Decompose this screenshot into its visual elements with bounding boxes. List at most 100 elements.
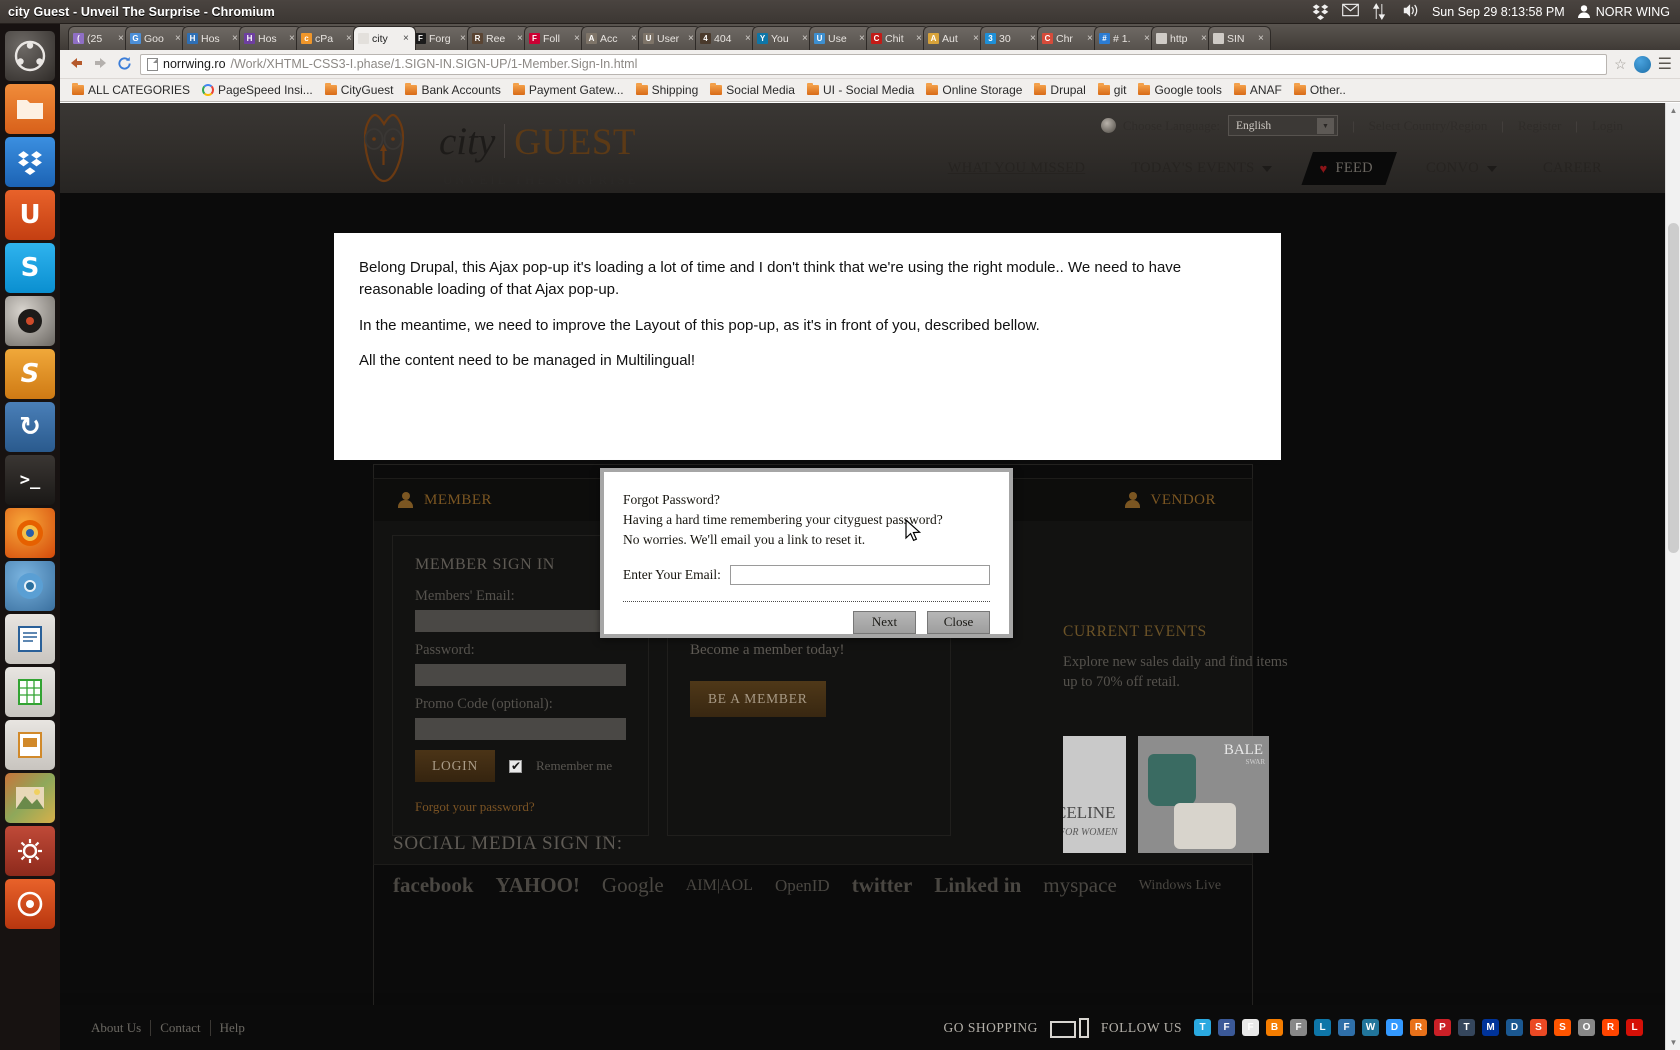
dialog-email-input[interactable] <box>729 564 990 585</box>
launcher-item-chromium[interactable] <box>5 561 55 611</box>
blogger-icon[interactable]: B <box>1266 1019 1283 1036</box>
bookmark-item[interactable]: Drupal <box>1028 83 1091 97</box>
friendfeed-icon[interactable]: F <box>1338 1019 1355 1036</box>
bookmark-item[interactable]: Online Storage <box>920 83 1028 97</box>
footer-link-contact[interactable]: Contact <box>151 1019 211 1036</box>
facebook-icon[interactable]: F <box>1218 1019 1235 1036</box>
reload-button[interactable] <box>116 56 133 73</box>
pinterest-icon[interactable]: P <box>1434 1019 1451 1036</box>
system-clock[interactable]: Sun Sep 29 8:13:58 PM <box>1432 5 1565 19</box>
provider-openid[interactable]: OpenID <box>775 876 830 896</box>
launcher-item-firefox[interactable] <box>5 508 55 558</box>
nav-convo[interactable]: CONVO <box>1403 160 1520 177</box>
tab-close-icon[interactable]: × <box>1258 33 1266 44</box>
back-button[interactable] <box>68 56 85 73</box>
browser-tab[interactable]: http × <box>1151 26 1214 50</box>
bookmark-item[interactable]: UI - Social Media <box>801 83 920 97</box>
footer-link-about[interactable]: About Us <box>82 1019 152 1036</box>
language-select[interactable]: English ▼ <box>1227 115 1338 136</box>
dropbox-tray-icon[interactable] <box>1312 3 1329 21</box>
tab-close-icon[interactable]: × <box>403 33 411 44</box>
wordpress-icon[interactable]: W <box>1362 1019 1379 1036</box>
register-link[interactable]: Register <box>1518 118 1561 134</box>
linkedin-icon[interactable]: L <box>1314 1019 1331 1036</box>
browser-tab[interactable]: ((25 × <box>68 26 131 50</box>
bookmark-item[interactable]: Bank Accounts <box>399 83 506 97</box>
dialog-close-button[interactable]: Close <box>927 610 990 634</box>
bookmark-item[interactable]: git <box>1092 83 1133 97</box>
page-scrollbar[interactable]: ▲ ▼ <box>1665 103 1680 1050</box>
bookmark-item[interactable]: ANAF <box>1228 83 1288 97</box>
browser-tab[interactable]: R Ree × <box>467 26 530 50</box>
login-link[interactable]: Login <box>1592 118 1623 134</box>
browser-tab[interactable]: 3 30 × <box>980 26 1043 50</box>
bookmark-item[interactable]: Shipping <box>630 83 705 97</box>
address-bar[interactable]: norrwing.ro/Work/XHTML-CSS3-I.phase/1.SI… <box>140 53 1608 75</box>
browser-tab[interactable]: C Chit × <box>866 26 929 50</box>
mail-tray-icon[interactable] <box>1342 3 1359 20</box>
launcher-item-files[interactable] <box>5 84 55 134</box>
provider-facebook[interactable]: facebook <box>393 873 474 898</box>
browser-tab[interactable]: A Aut × <box>923 26 986 50</box>
flickr2-icon[interactable]: F <box>1290 1019 1307 1036</box>
bookmark-item[interactable]: Social Media <box>704 83 801 97</box>
nav-what-you-missed[interactable]: WHAT YOU MISSED <box>925 160 1108 177</box>
login-button[interactable]: LOGIN <box>415 750 495 782</box>
launcher-item-system-settings[interactable] <box>5 826 55 876</box>
launcher-item-ubuntu-one[interactable] <box>5 879 55 929</box>
launcher-item-impress[interactable] <box>5 720 55 770</box>
network-tray-icon[interactable] <box>1372 3 1389 20</box>
browser-tab[interactable]: U User × <box>638 26 701 50</box>
scroll-up-arrow[interactable]: ▲ <box>1666 103 1680 118</box>
browser-tab[interactable]: # # 1. × <box>1094 26 1157 50</box>
site-logo[interactable]: city GUEST UNVEIL THE SURPRISE <box>345 111 639 188</box>
launcher-item-rhythmbox[interactable] <box>5 296 55 346</box>
launcher-item-dropbox[interactable] <box>5 137 55 187</box>
flickr-icon[interactable]: F <box>1242 1019 1259 1036</box>
launcher-item-writer[interactable] <box>5 614 55 664</box>
bookmark-item[interactable]: Payment Gatew... <box>507 83 630 97</box>
myspace-icon[interactable]: M <box>1482 1019 1499 1036</box>
go-shopping-label[interactable]: GO SHOPPING <box>943 1020 1037 1036</box>
twitter-icon[interactable]: T <box>1194 1019 1211 1036</box>
chrome-menu-button[interactable]: ☰ <box>1658 54 1672 74</box>
browser-tab[interactable]: H Hos × <box>182 26 245 50</box>
lastfm-icon[interactable]: L <box>1626 1019 1643 1036</box>
stumbleupon-icon[interactable]: S <box>1530 1019 1547 1036</box>
browser-tab[interactable]: A Acc × <box>581 26 644 50</box>
orkut-icon[interactable]: O <box>1578 1019 1595 1036</box>
remember-me-checkbox[interactable] <box>509 759 522 773</box>
browser-tab[interactable]: F Foll × <box>524 26 587 50</box>
bookmark-item[interactable]: Other.. <box>1288 83 1352 97</box>
rss-orange-icon[interactable]: R <box>1410 1019 1427 1036</box>
select-country-link[interactable]: Select Country/Region <box>1369 118 1488 134</box>
launcher-item-ubuntu-software[interactable]: U <box>5 190 55 240</box>
bookmark-item[interactable]: Google tools <box>1132 83 1227 97</box>
digg-icon[interactable]: D <box>1506 1019 1523 1036</box>
nav-todays-events[interactable]: TODAY'S EVENTS <box>1108 160 1295 177</box>
be-a-member-button[interactable]: BE A MEMBER <box>690 681 826 717</box>
browser-tab[interactable]: 4 404 × <box>695 26 758 50</box>
scroll-down-arrow[interactable]: ▼ <box>1666 1035 1680 1050</box>
browser-tab[interactable]: F Forg × <box>410 26 473 50</box>
browser-tab[interactable]: C Chr × <box>1037 26 1100 50</box>
delicious-icon[interactable]: D <box>1386 1019 1403 1036</box>
browser-tab[interactable]: G Goo × <box>125 26 188 50</box>
provider-yahoo[interactable]: YAHOO! <box>496 873 580 898</box>
tumblr-icon[interactable]: T <box>1458 1019 1475 1036</box>
launcher-item-ubuntu-dash[interactable] <box>5 31 55 81</box>
browser-tab[interactable]: SIN × <box>1208 26 1271 50</box>
launcher-item-image-viewer[interactable] <box>5 773 55 823</box>
password-input[interactable] <box>415 664 626 686</box>
launcher-item-calc[interactable] <box>5 667 55 717</box>
promo-input[interactable] <box>415 718 626 740</box>
provider-linkedin[interactable]: Linked in <box>934 873 1021 898</box>
forgot-password-link[interactable]: Forgot your password? <box>415 799 626 815</box>
extension-icon[interactable] <box>1633 55 1651 73</box>
launcher-item-sync-tool[interactable]: ↻ <box>5 402 55 452</box>
nav-career[interactable]: CAREER <box>1520 160 1625 177</box>
provider-aim-aol[interactable]: AIM|AOL <box>686 877 753 895</box>
bookmark-item[interactable]: CityGuest <box>319 83 400 97</box>
dialog-next-button[interactable]: Next <box>853 610 916 634</box>
browser-tab[interactable]: Y You × <box>752 26 815 50</box>
